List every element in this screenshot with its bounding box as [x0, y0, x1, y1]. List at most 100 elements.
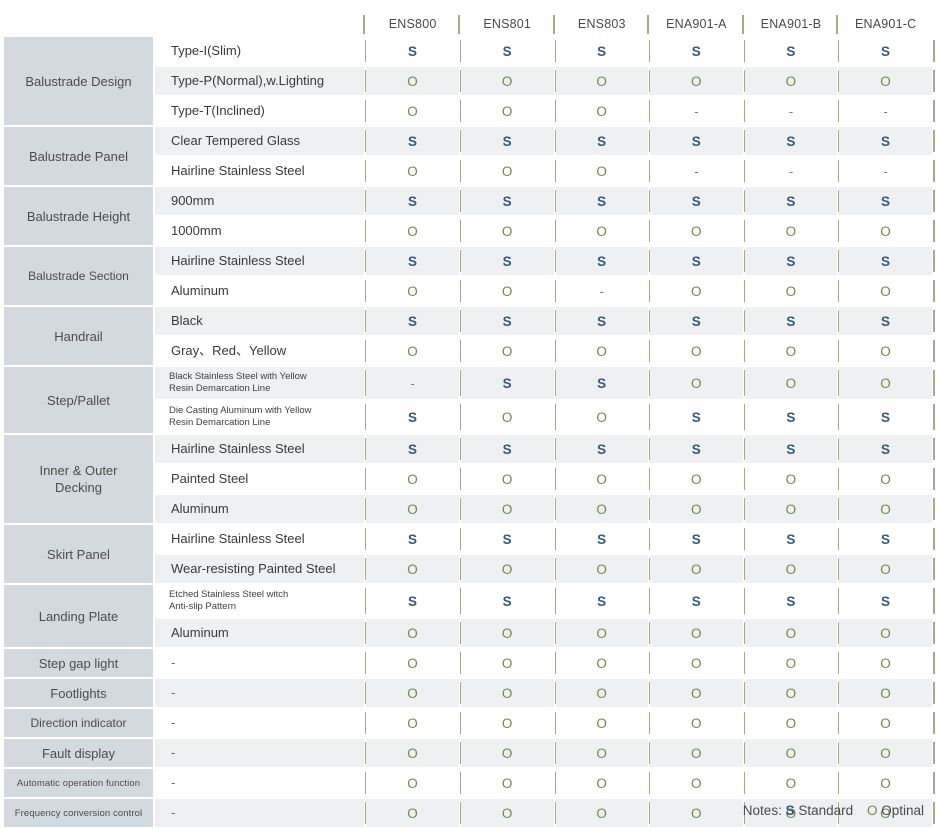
spec-cell-ens801: O — [460, 555, 557, 583]
model-header-row: ENS800 ENS801 ENS803 ENA901-A ENA901-B ENA901… — [4, 14, 932, 35]
unavailable-mark: - — [694, 163, 699, 179]
optional-mark: O — [596, 625, 608, 641]
spec-cell-ens800: O — [366, 337, 462, 365]
spec-cell-ena901-c: S — [839, 525, 935, 553]
optional-mark: O — [501, 163, 513, 179]
standard-mark: S — [691, 193, 702, 209]
category-label-step-pallet: Step/Pallet — [4, 367, 153, 433]
optional-mark: O — [880, 715, 892, 731]
spec-cell-ena901-a: - — [650, 157, 746, 185]
table-row: Balustrade Design Type-I(Slim) S S S S S S — [4, 37, 935, 125]
spec-cell-ena901-a: O — [650, 555, 746, 583]
optional-mark: O — [501, 775, 513, 791]
spec-cell-ena901-b: O — [744, 337, 840, 365]
feature-label: Hairline Stainless Steel — [154, 525, 368, 553]
spec-cell-ens803: O — [555, 97, 651, 125]
category-label-skirt-panel: Skirt Panel — [4, 525, 153, 583]
spec-cell-ena901-c: S — [839, 127, 935, 155]
table-row: Automatic operation function - O O O O O O — [4, 769, 935, 797]
spec-cell-ens800: O — [366, 679, 462, 707]
standard-mark: S — [502, 441, 512, 457]
standard-mark: S — [786, 313, 796, 329]
optional-mark: O — [407, 805, 419, 821]
notes-label: Notes: — [742, 803, 782, 818]
optional-mark: O — [691, 73, 702, 89]
category-label-balustrade-design: Balustrade Design — [4, 37, 153, 125]
spec-cell-ena901-b: - — [744, 97, 840, 125]
spec-cell-ena901-b: O — [744, 739, 840, 767]
spec-cell-ens800: O — [366, 157, 462, 185]
optional-mark: O — [596, 685, 608, 701]
standard-mark: S — [691, 441, 702, 457]
spec-cell-ena901-a: O — [650, 465, 746, 493]
unavailable-mark: - — [883, 163, 888, 179]
standard-mark: S — [597, 253, 607, 269]
spec-cell-ena901-c: - — [839, 157, 935, 185]
table-row: Landing Plate Etched Stainless Steel witc… — [4, 585, 935, 647]
standard-mark: S — [880, 193, 891, 209]
optional-mark: O — [501, 625, 513, 641]
standard-mark: S — [691, 313, 702, 329]
feature-label: - — [154, 709, 368, 737]
unavailable-mark: - — [788, 163, 794, 179]
spec-cell-ena901-b: O — [744, 555, 840, 583]
feature-label: - — [154, 799, 368, 827]
feature-label: Type-T(Inclined) — [154, 97, 368, 125]
optional-mark: O — [596, 775, 608, 791]
feature-label: Aluminum — [154, 495, 368, 523]
spec-cell-ens800: S — [366, 585, 462, 617]
feature-label: Hairline Stainless Steel — [154, 435, 368, 463]
standard-mark: S — [786, 409, 796, 425]
spec-cell-ens801: O — [460, 649, 557, 677]
spec-cell-ena901-a: O — [650, 495, 746, 523]
spec-cell-ens803: S — [555, 585, 651, 617]
spec-cell-ena901-a: O — [650, 367, 746, 399]
optional-mark: O — [785, 343, 797, 359]
spec-cell-ens800: O — [366, 739, 462, 767]
spec-cell-ena901-b: S — [744, 37, 840, 65]
spec-cell-ens801: S — [460, 585, 557, 617]
spec-cell-ena901-c: S — [839, 37, 935, 65]
spec-cell-ens803: O — [555, 555, 651, 583]
spec-cell-ens801: S — [460, 307, 557, 335]
spec-cell-ena901-a: S — [650, 525, 746, 553]
optional-mark: O — [880, 73, 892, 89]
optional-mark: O — [407, 283, 419, 299]
spec-cell-ens801: O — [460, 679, 557, 707]
spec-cell-ens803: S — [555, 367, 651, 399]
optional-mark: O — [407, 73, 419, 89]
standard-mark: S — [786, 193, 796, 209]
optional-mark: O — [691, 561, 702, 577]
spec-cell-ens803: O — [555, 739, 651, 767]
spec-cell-ens800: O — [366, 495, 462, 523]
optional-mark: O — [407, 343, 419, 359]
spec-cell-ens801: O — [460, 709, 557, 737]
feature-label: Die Casting Aluminum with Yellow Resin De… — [154, 401, 368, 433]
category-label-line: Decking — [55, 480, 102, 495]
spec-cell-ens800: O — [366, 465, 462, 493]
optional-mark: O — [785, 73, 797, 89]
optional-mark: O — [596, 409, 608, 425]
spec-cell-ens803: - — [555, 277, 651, 305]
standard-mark: S — [786, 531, 796, 547]
standard-mark: S — [502, 593, 512, 609]
spec-cell-ens800: S — [366, 247, 462, 275]
spec-cell-ens800: O — [366, 799, 462, 827]
spec-cell-ena901-b: O — [744, 277, 840, 305]
spec-cell-ena901-a: O — [650, 67, 746, 95]
standard-mark: S — [407, 409, 418, 425]
optional-mark: O — [691, 745, 702, 761]
spec-cell-ena901-c: O — [839, 769, 935, 797]
optional-mark: O — [785, 283, 797, 299]
standard-mark: S — [786, 133, 796, 149]
optional-mark: O — [407, 471, 419, 487]
optional-mark: O — [785, 375, 797, 391]
optional-mark: O — [407, 223, 419, 239]
optional-mark: O — [407, 163, 419, 179]
spec-cell-ens801: O — [460, 97, 557, 125]
unavailable-mark: - — [410, 375, 415, 391]
optional-mark: O — [785, 471, 797, 487]
optional-mark: O — [691, 283, 702, 299]
spec-cell-ens801: S — [460, 187, 557, 215]
table-row: Inner & Outer Decking Hairline Stainless S… — [4, 435, 935, 523]
